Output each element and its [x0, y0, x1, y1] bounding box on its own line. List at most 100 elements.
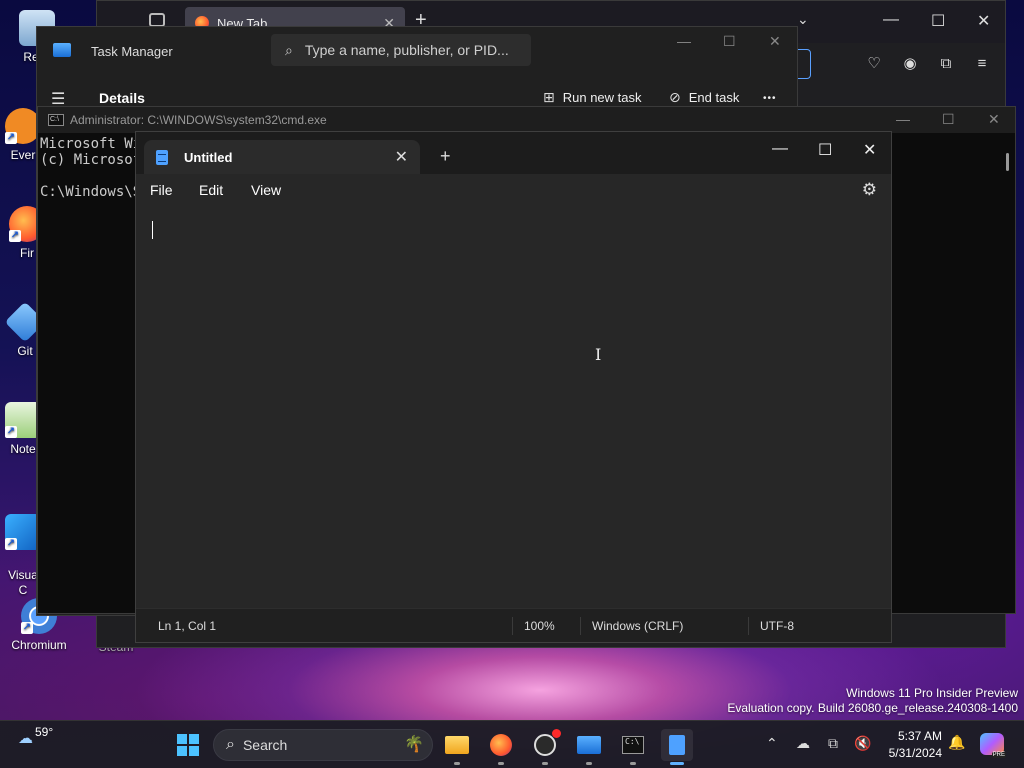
minimize-button[interactable]: — — [677, 33, 691, 49]
tab-title: Untitled — [184, 149, 233, 165]
text-editor[interactable]: I — [136, 208, 891, 610]
taskbar-obs[interactable] — [529, 729, 561, 765]
more-options-icon[interactable]: ••• — [763, 93, 777, 104]
notepad-icon — [669, 735, 685, 755]
start-button[interactable] — [172, 729, 204, 761]
network-icon[interactable]: ⧉ — [828, 735, 838, 752]
running-indicator — [454, 762, 460, 765]
clock-date: 5/31/2024 — [888, 746, 942, 760]
account-icon[interactable]: ◉ — [901, 55, 919, 73]
windows-watermark: Windows 11 Pro Insider Preview Evaluatio… — [727, 686, 1018, 716]
firefox-icon — [490, 734, 512, 756]
taskbar-search[interactable]: ⌕ Search 🌴 — [213, 729, 433, 761]
close-tab-icon[interactable]: ✕ — [395, 147, 408, 167]
onedrive-icon[interactable]: ☁ — [796, 735, 810, 752]
end-task-icon: ⊘ — [669, 89, 681, 105]
running-indicator — [542, 762, 548, 765]
encoding[interactable]: UTF-8 — [760, 619, 794, 633]
console-line: C:\Windows\S — [40, 184, 142, 200]
console-line: (c) Microsof — [40, 152, 142, 168]
run-new-task-icon: ⊞ — [543, 89, 555, 105]
taskbar-notepad[interactable] — [661, 729, 693, 765]
cmd-icon: C:\ — [48, 114, 64, 126]
search-placeholder: Type a name, publisher, or PID... — [304, 42, 509, 58]
search-icon: ⌕ — [226, 736, 235, 753]
volume-icon[interactable]: 🔇 — [854, 735, 871, 752]
cursor-position: Ln 1, Col 1 — [158, 619, 217, 633]
end-task-button[interactable]: ⊘ End task — [669, 89, 739, 106]
taskbar-terminal[interactable]: C:\ — [617, 729, 649, 765]
notepad-tab-bar: Untitled ✕ + — ☐ ✕ — [136, 132, 891, 174]
menu-icon[interactable]: ≡ — [973, 55, 991, 73]
line-endings[interactable]: Windows (CRLF) — [592, 619, 683, 633]
close-button[interactable]: ✕ — [977, 11, 990, 31]
console-line: Microsoft Wi — [40, 136, 142, 152]
weather-widget[interactable]: ☁ 59° — [18, 725, 53, 747]
maximize-button[interactable]: ☐ — [723, 33, 736, 50]
status-bar: Ln 1, Col 1 100% Windows (CRLF) UTF-8 — [136, 608, 891, 642]
clock-time: 5:37 AM — [897, 729, 942, 743]
notepad-tab-untitled[interactable]: Untitled ✕ — [144, 140, 420, 174]
watermark-line2: Evaluation copy. Build 26080.ge_release.… — [727, 701, 1018, 715]
desktop-icon-label: Chromium — [11, 638, 67, 652]
pocket-icon[interactable]: ♡ — [865, 55, 883, 73]
status-divider — [580, 617, 581, 635]
show-hidden-icons-icon[interactable]: ⌃ — [766, 735, 778, 752]
running-indicator — [586, 762, 592, 765]
taskbar-file-explorer[interactable] — [441, 729, 473, 765]
minimize-button[interactable]: — — [883, 11, 899, 29]
close-button[interactable]: ✕ — [988, 111, 1000, 128]
task-manager-icon — [577, 736, 601, 754]
cmd-title-bar: C:\ Administrator: C:\WINDOWS\system32\c… — [38, 107, 1015, 133]
minimize-button[interactable]: — — [772, 140, 788, 158]
menu-bar: File Edit View ⚙ — [136, 174, 891, 208]
copilot-badge: PRE — [991, 752, 1006, 758]
watermark-line1: Windows 11 Pro Insider Preview — [846, 686, 1018, 700]
clock[interactable]: 5:37 AM 5/31/2024 — [889, 728, 942, 762]
notification-bell-icon[interactable]: 🔔 — [948, 734, 965, 751]
close-button[interactable]: ✕ — [863, 140, 876, 160]
window-title: Task Manager — [91, 44, 173, 59]
run-new-task-button[interactable]: ⊞ Run new task — [543, 89, 642, 106]
new-tab-button[interactable]: + — [440, 146, 451, 167]
settings-gear-icon[interactable]: ⚙ — [862, 180, 877, 200]
taskbar-firefox[interactable] — [485, 729, 517, 765]
text-caret — [152, 221, 153, 239]
weather-icon: ☁ — [18, 730, 33, 747]
run-new-task-label: Run new task — [562, 90, 642, 105]
page-title: Details — [99, 90, 145, 106]
minimize-button[interactable]: — — [896, 111, 910, 127]
weather-temp: 59° — [35, 725, 54, 739]
menu-edit[interactable]: Edit — [199, 182, 223, 198]
terminal-icon: C:\ — [622, 736, 644, 754]
taskbar: ☁ 59° ⌕ Search 🌴 C:\ ⌃ ☁ ⧉ 🔇 5:37 AM 5/3… — [0, 720, 1024, 768]
windows-logo-icon — [177, 734, 199, 756]
menu-file[interactable]: File — [150, 182, 173, 198]
running-indicator — [630, 762, 636, 765]
maximize-button[interactable]: ☐ — [942, 111, 955, 128]
notepad-window: Untitled ✕ + — ☐ ✕ File Edit View ⚙ I Ln… — [135, 131, 892, 643]
mouse-ibeam-cursor: I — [595, 345, 602, 364]
tab-overview-icon[interactable] — [149, 13, 165, 27]
search-label: Search — [242, 737, 288, 753]
close-button[interactable]: ✕ — [769, 33, 781, 50]
notepad-icon — [156, 149, 168, 165]
end-task-label: End task — [688, 90, 740, 105]
maximize-button[interactable]: ☐ — [818, 140, 832, 160]
running-indicator — [498, 762, 504, 765]
taskbar-task-manager[interactable] — [573, 729, 605, 765]
search-highlight-icon: 🌴 — [404, 736, 424, 753]
extensions-icon[interactable]: ⧉ — [937, 55, 955, 73]
search-icon: ⌕ — [285, 41, 293, 58]
copilot-icon[interactable]: PRE — [980, 733, 1006, 758]
recording-badge-icon — [552, 729, 561, 738]
status-divider — [748, 617, 749, 635]
obs-icon — [534, 734, 556, 756]
task-manager-logo-icon — [53, 43, 71, 57]
search-input[interactable]: ⌕ Type a name, publisher, or PID... — [271, 34, 531, 66]
maximize-button[interactable]: ☐ — [931, 11, 945, 31]
scrollbar-thumb[interactable] — [1006, 153, 1009, 171]
menu-view[interactable]: View — [251, 182, 281, 198]
zoom-level[interactable]: 100% — [524, 619, 555, 633]
list-all-tabs-icon[interactable]: ⌄ — [797, 11, 809, 28]
